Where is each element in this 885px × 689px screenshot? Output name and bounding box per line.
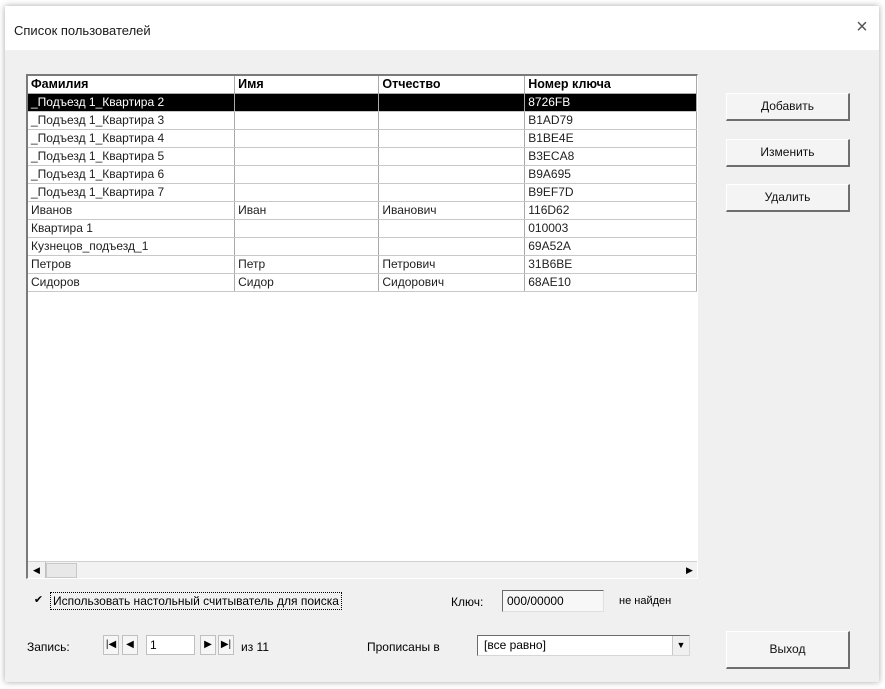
horizontal-scrollbar[interactable]: ◀ ▶ — [28, 561, 697, 578]
table-row[interactable]: _Подъезд 1_Квартира 6 B9A695 — [28, 165, 697, 184]
first-record-icon[interactable]: |◀ — [103, 635, 119, 655]
table-header-row: Фамилия Имя Отчество Номер ключа — [28, 76, 697, 94]
table-row[interactable]: Кузнецов_подъезд_1 69A52A — [28, 237, 697, 256]
table-cell: _Подъезд 1_Квартира 3 — [28, 111, 236, 130]
table-cell: Сидор — [234, 273, 380, 292]
column-header-firstname[interactable]: Имя — [234, 76, 380, 94]
table-cell: Иван — [234, 201, 380, 220]
last-record-icon[interactable]: ▶| — [218, 635, 234, 655]
title-bar: Список пользователей × — [5, 6, 879, 50]
key-field[interactable]: 000/00000 — [502, 590, 604, 612]
scroll-left-arrow-icon[interactable]: ◀ — [28, 562, 46, 578]
table-cell: Кузнецов_подъезд_1 — [28, 237, 236, 256]
table-cell — [234, 237, 380, 256]
table-cell — [234, 147, 380, 166]
table-cell: Иванов — [28, 201, 236, 220]
table-cell — [378, 219, 526, 238]
column-header-key-number[interactable]: Номер ключа — [524, 76, 697, 94]
table-cell: B1BE4E — [524, 129, 697, 148]
next-record-icon[interactable]: ▶ — [200, 635, 216, 655]
table-cell — [378, 129, 526, 148]
window-title: Список пользователей — [14, 23, 151, 38]
table-cell: 116D62 — [524, 201, 697, 220]
table-cell: 69A52A — [524, 237, 697, 256]
key-label: Ключ: — [451, 595, 484, 609]
chevron-down-icon[interactable]: ▼ — [672, 636, 689, 655]
table-cell: Квартира 1 — [28, 219, 236, 238]
table-cell — [234, 165, 380, 184]
table-cell — [378, 111, 526, 130]
users-table: Фамилия Имя Отчество Номер ключа _Подъез… — [28, 76, 697, 292]
close-icon[interactable]: × — [851, 16, 873, 38]
table-row[interactable]: Петров Петр Петрович 31B6BE — [28, 255, 697, 274]
table-row[interactable]: _Подъезд 1_Квартира 4 B1BE4E — [28, 129, 697, 148]
table-cell: Сидорович — [378, 273, 526, 292]
delete-button[interactable]: Удалить — [726, 184, 850, 212]
table-cell: _Подъезд 1_Квартира 2 — [28, 93, 236, 112]
table-cell: Иванович — [378, 201, 526, 220]
table-cell — [378, 183, 526, 202]
table-cell: Петров — [28, 255, 236, 274]
table-cell — [234, 183, 380, 202]
table-cell: 010003 — [524, 219, 697, 238]
table-cell — [234, 93, 380, 112]
desktop-reader-checkbox[interactable]: ✔ — [33, 595, 44, 606]
add-button[interactable]: Добавить — [726, 93, 850, 121]
table-row[interactable]: Иванов Иван Иванович 116D62 — [28, 201, 697, 220]
table-cell: _Подъезд 1_Квартира 7 — [28, 183, 236, 202]
previous-record-icon[interactable]: ◀ — [122, 635, 138, 655]
table-cell — [378, 93, 526, 112]
table-cell: 8726FB — [524, 93, 697, 112]
table-row[interactable]: Сидоров Сидор Сидорович 68AE10 — [28, 273, 697, 292]
table-cell: B3ECA8 — [524, 147, 697, 166]
scroll-thumb[interactable] — [46, 563, 77, 578]
scroll-right-arrow-icon[interactable]: ▶ — [681, 562, 697, 578]
record-label: Запись: — [27, 640, 70, 654]
table-row[interactable]: Квартира 1 010003 — [28, 219, 697, 238]
table-cell — [378, 237, 526, 256]
exit-button[interactable]: Выход — [726, 631, 850, 669]
table-cell: B1AD79 — [524, 111, 697, 130]
registered-in-label: Прописаны в — [367, 640, 440, 654]
table-cell: _Подъезд 1_Квартира 5 — [28, 147, 236, 166]
table-cell: 68AE10 — [524, 273, 697, 292]
table-cell: Петр — [234, 255, 380, 274]
table-row[interactable]: _Подъезд 1_Квартира 7 B9EF7D — [28, 183, 697, 202]
column-header-patronymic[interactable]: Отчество — [378, 76, 526, 94]
table-cell — [378, 147, 526, 166]
key-status: не найден — [619, 595, 672, 607]
column-header-lastname[interactable]: Фамилия — [28, 76, 236, 94]
table-cell: Петрович — [378, 255, 526, 274]
record-number-field[interactable]: 1 — [146, 635, 195, 655]
registered-in-select[interactable]: [все равно] ▼ — [477, 635, 690, 656]
desktop-reader-label[interactable]: Использовать настольный считыватель для … — [50, 592, 342, 610]
record-total: из 11 — [241, 640, 269, 654]
table-cell — [234, 129, 380, 148]
table-row[interactable]: _Подъезд 1_Квартира 5 B3ECA8 — [28, 147, 697, 166]
table-cell: Сидоров — [28, 273, 236, 292]
users-dialog: Список пользователей × Фамилия Имя Отчес… — [5, 6, 879, 682]
table-cell: B9A695 — [524, 165, 697, 184]
table-cell: _Подъезд 1_Квартира 4 — [28, 129, 236, 148]
registered-in-value: [все равно] — [484, 638, 546, 652]
table-cell: _Подъезд 1_Квартира 6 — [28, 165, 236, 184]
table-cell — [234, 111, 380, 130]
table-cell — [234, 219, 380, 238]
table-cell: 31B6BE — [524, 255, 697, 274]
table-row[interactable]: _Подъезд 1_Квартира 3 B1AD79 — [28, 111, 697, 130]
table-row[interactable]: _Подъезд 1_Квартира 2 8726FB — [28, 93, 697, 112]
table-cell: B9EF7D — [524, 183, 697, 202]
edit-button[interactable]: Изменить — [726, 139, 850, 167]
users-grid[interactable]: Фамилия Имя Отчество Номер ключа _Подъез… — [26, 74, 698, 579]
table-cell — [378, 165, 526, 184]
